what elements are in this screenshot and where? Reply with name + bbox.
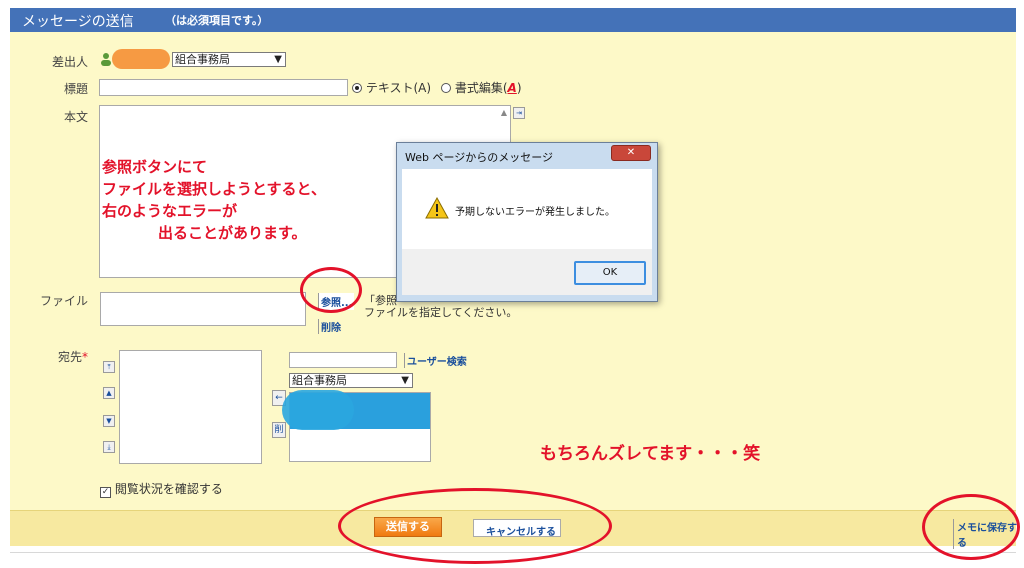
file-label: ファイル xyxy=(40,294,89,308)
format-rich-option[interactable]: 書式編集(A) xyxy=(441,79,522,96)
subject-label: 標題 xyxy=(63,82,88,96)
group-select-value: 組合事務局 xyxy=(292,374,347,387)
user-icon xyxy=(100,52,112,66)
file-hint-2: ファイルを指定してください。 xyxy=(364,306,518,319)
sender-label: 差出人 xyxy=(51,55,88,69)
dialog-message: 予期しないエラーが発生しました。 xyxy=(455,207,615,218)
chevron-down-icon: ▼ xyxy=(274,54,282,65)
user-search-input[interactable] xyxy=(289,352,397,368)
annotation-line: 出ることがあります。 xyxy=(158,224,307,242)
format-rich-label: 書式編集( xyxy=(454,81,508,95)
format-text-option[interactable]: テキスト(A) xyxy=(352,79,431,96)
recipient-label-text: 宛先 xyxy=(57,350,82,364)
ok-button[interactable]: OK xyxy=(574,261,646,285)
user-search-button[interactable]: ユーザー検索 xyxy=(404,353,467,368)
checkbox-checked-icon: ✓ xyxy=(100,487,111,498)
format-text-label: テキスト(A) xyxy=(365,81,432,95)
error-dialog: Web ページからのメッセージ ✕ 予期しないエラーが発生しました。 OK xyxy=(396,142,658,302)
body-label: 本文 xyxy=(63,110,88,124)
file-list[interactable] xyxy=(100,292,306,326)
warning-icon xyxy=(425,196,449,222)
dialog-title: Web ページからのメッセージ xyxy=(405,151,554,164)
recipient-list[interactable] xyxy=(119,350,262,464)
radio-selected-icon xyxy=(352,83,362,93)
move-top-icon[interactable]: ⤒ xyxy=(103,361,115,373)
page-title: メッセージの送信 xyxy=(22,14,134,30)
move-up-icon[interactable]: ▲ xyxy=(103,387,115,399)
annotation-line: 右のようなエラーが xyxy=(102,202,238,220)
required-mark: * xyxy=(82,350,88,364)
annotation-misaligned: もちろんズレてます・・・笑 xyxy=(540,444,761,464)
annotation-note: 参照ボタンにて ファイルを選択しようとすると、 右のようなエラーが 出ることがあ… xyxy=(102,156,326,244)
annotation-circle-browse xyxy=(300,267,362,313)
required-note: （は必須項目です。） xyxy=(165,14,269,27)
rich-edit-icon: A xyxy=(507,81,517,95)
radio-icon xyxy=(441,83,451,93)
annotation-circle-footer xyxy=(338,488,612,564)
redacted-name xyxy=(112,49,170,69)
group-select[interactable]: 組合事務局 ▼ xyxy=(289,373,413,388)
sender-org-value: 組合事務局 xyxy=(175,53,230,66)
page-header: メッセージの送信 （は必須項目です。） xyxy=(10,8,1016,32)
move-down-icon[interactable]: ▼ xyxy=(103,415,115,427)
remove-icon[interactable]: 削 xyxy=(272,422,286,438)
recipient-label: 宛先* xyxy=(40,348,88,365)
expand-icon[interactable]: ⇥ xyxy=(513,107,525,119)
close-button[interactable]: ✕ xyxy=(611,145,651,161)
scroll-up-icon[interactable]: ▲ xyxy=(501,108,507,117)
read-status-checkbox[interactable]: ✓ 閲覧状況を確認する xyxy=(100,480,223,498)
read-status-label: 閲覧状況を確認する xyxy=(114,482,223,496)
move-bottom-icon[interactable]: ⤓ xyxy=(103,441,115,453)
annotation-line: 参照ボタンにて xyxy=(102,158,208,176)
subject-input[interactable] xyxy=(99,79,348,96)
annotation-circle-memo xyxy=(922,494,1020,560)
chevron-down-icon: ▼ xyxy=(401,375,409,386)
sender-org-select[interactable]: 組合事務局 ▼ xyxy=(172,52,286,67)
delete-button[interactable]: 削除 xyxy=(318,319,341,334)
annotation-line: ファイルを選択しようとすると、 xyxy=(102,180,326,198)
redacted-recipient xyxy=(282,390,354,430)
